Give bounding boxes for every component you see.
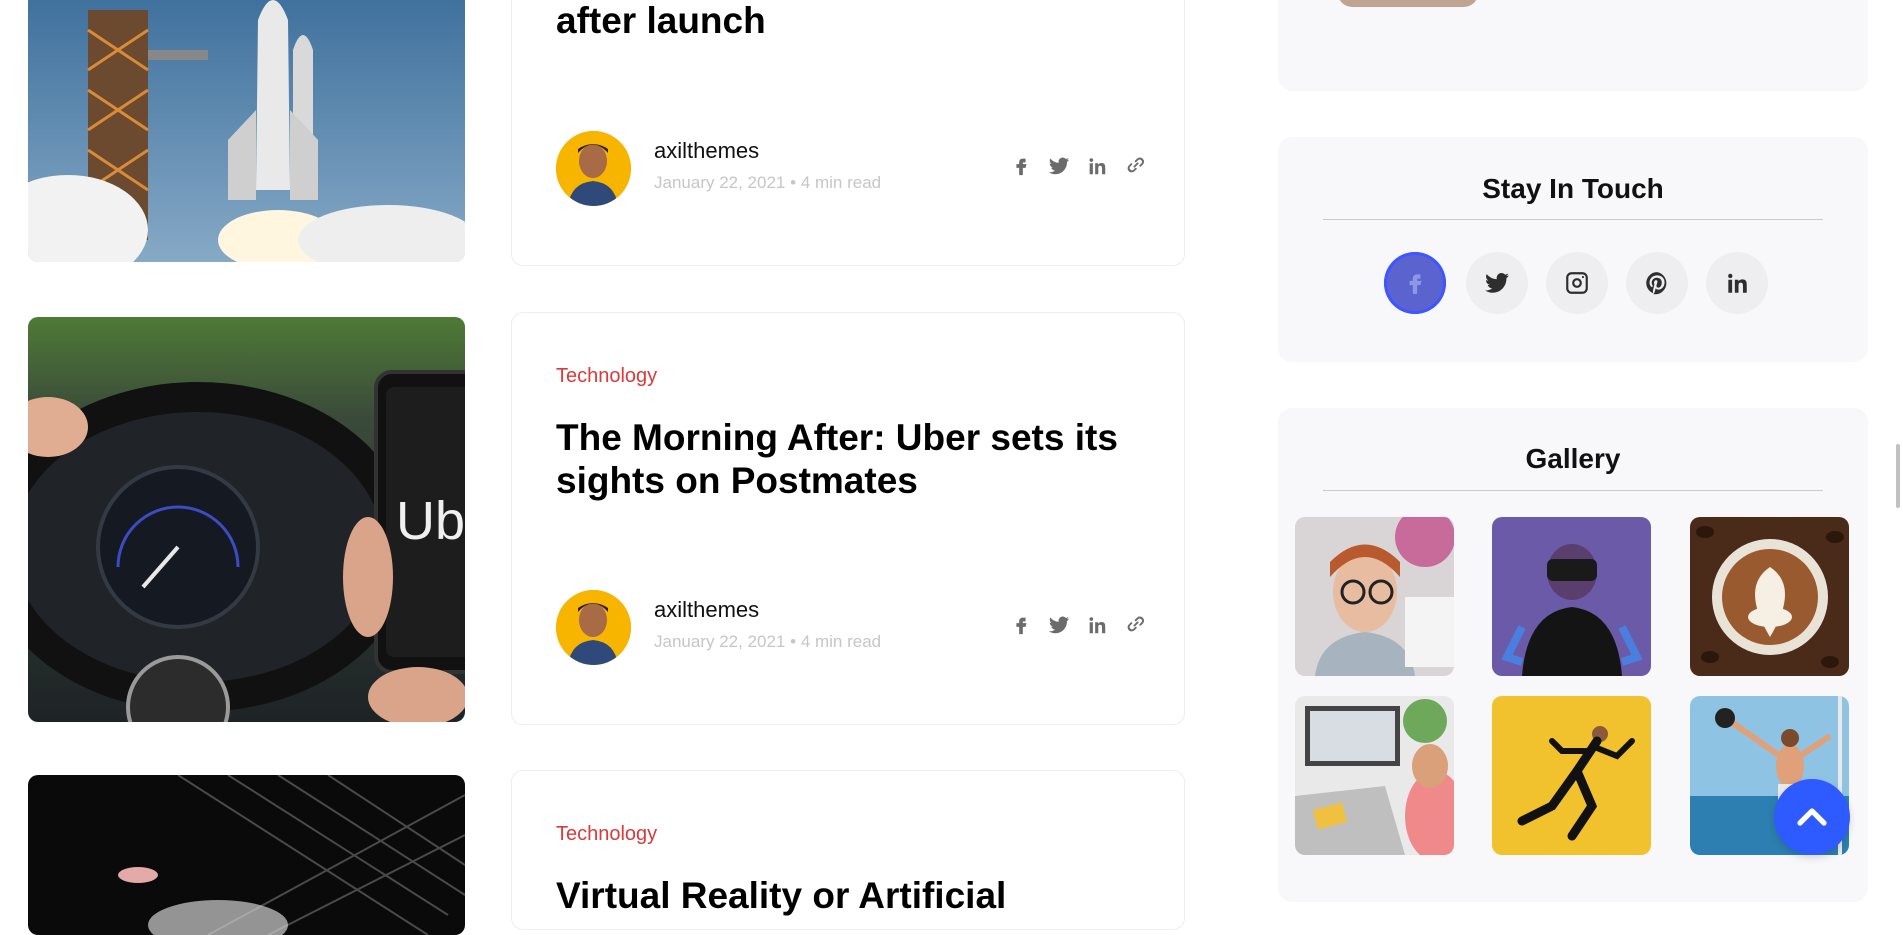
twitter-social-button[interactable]: [1466, 252, 1528, 314]
gallery-image-vr-headset-man[interactable]: [1492, 517, 1651, 676]
post-thumbnail-partial[interactable]: [1338, 0, 1478, 7]
post-title[interactable]: The Morning After: Uber sets its sights …: [556, 416, 1156, 502]
post-date-readtime: January 22, 2021 • 4 min read: [654, 173, 881, 193]
gallery-image-latte-art-coffee[interactable]: [1690, 517, 1849, 676]
stay-in-touch-title: Stay In Touch: [1482, 173, 1664, 204]
post-meta: axilthemes January 22, 2021 • 4 min read: [556, 131, 1146, 207]
facebook-social-button[interactable]: [1384, 252, 1446, 314]
gallery-image-woman-with-glasses[interactable]: [1295, 517, 1454, 676]
author-name[interactable]: axilthemes: [654, 597, 759, 623]
post-thumbnail-rocket[interactable]: [28, 0, 465, 262]
linkedin-icon[interactable]: [1086, 155, 1108, 177]
pinterest-icon: [1646, 272, 1667, 295]
title-divider: [1323, 490, 1823, 491]
title-divider: [1323, 219, 1823, 220]
link-icon[interactable]: [1124, 155, 1146, 177]
facebook-icon[interactable]: [1010, 155, 1032, 177]
scroll-to-top-button[interactable]: [1774, 779, 1850, 855]
facebook-icon: [1409, 274, 1422, 294]
post-meta: axilthemes January 22, 2021 • 4 min read: [556, 590, 1146, 666]
post-category[interactable]: Technology: [556, 365, 657, 388]
share-links: [1010, 155, 1146, 177]
post-date-readtime: January 22, 2021 • 4 min read: [654, 632, 881, 652]
twitter-icon[interactable]: [1048, 155, 1070, 177]
post-category[interactable]: Technology: [556, 823, 657, 846]
post-card: Technology Virtual Reality or Artificial: [511, 770, 1185, 930]
stay-in-touch-widget: Stay In Touch: [1278, 137, 1868, 362]
facebook-icon[interactable]: [1010, 614, 1032, 636]
post-date: January 22, 2021: [654, 632, 786, 651]
post-title[interactable]: Virtual Reality or Artificial: [556, 874, 1156, 917]
author-name[interactable]: axilthemes: [654, 138, 759, 164]
sidebar-widget-top: [1278, 0, 1868, 91]
svg-text:Ube: Ube: [396, 491, 465, 551]
pinterest-social-button[interactable]: [1626, 252, 1688, 314]
linkedin-icon[interactable]: [1086, 614, 1108, 636]
page-scrollbar-thumb[interactable]: [1896, 444, 1900, 508]
instagram-icon: [1566, 272, 1588, 294]
gallery-image-runner-yellow[interactable]: [1492, 696, 1651, 855]
author-avatar[interactable]: [556, 131, 631, 206]
post-card: Technology The Morning After: Uber sets …: [511, 312, 1185, 725]
instagram-social-button[interactable]: [1546, 252, 1608, 314]
post-thumbnail-uber[interactable]: Ube: [28, 317, 465, 722]
read-time: 4 min read: [800, 632, 882, 651]
twitter-icon[interactable]: [1048, 614, 1070, 636]
chevron-up-icon: [1797, 808, 1827, 826]
link-icon[interactable]: [1124, 614, 1146, 636]
author-avatar[interactable]: [556, 590, 631, 665]
linkedin-icon: [1728, 273, 1747, 293]
post-date: January 22, 2021: [654, 173, 786, 192]
gallery-title: Gallery: [1525, 443, 1621, 474]
share-links: [1010, 614, 1146, 636]
meta-separator: •: [790, 632, 797, 651]
post-card: after launch axilthemes January 22, 2021…: [511, 0, 1185, 266]
post-thumbnail-vr[interactable]: [28, 775, 465, 935]
post-title[interactable]: after launch: [556, 0, 1156, 42]
linkedin-social-button[interactable]: [1706, 252, 1768, 314]
meta-separator: •: [790, 173, 797, 192]
gallery-image-designer-desk[interactable]: [1295, 696, 1454, 855]
twitter-icon: [1485, 273, 1509, 293]
read-time: 4 min read: [800, 173, 882, 192]
